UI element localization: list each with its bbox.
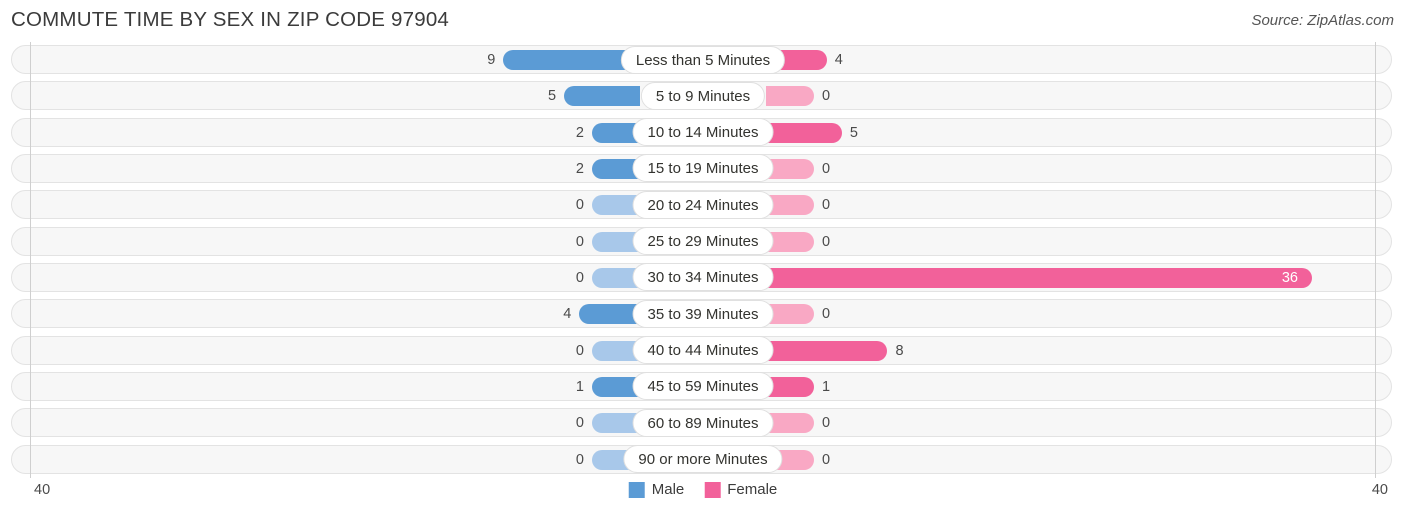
- category-label: 15 to 19 Minutes: [632, 154, 774, 183]
- female-value-label: 36: [1281, 269, 1298, 286]
- bar-row: 0 0 20 to 24 Minutes: [0, 187, 1406, 223]
- bar-row: 0 36 30 to 34 Minutes: [0, 260, 1406, 296]
- legend-swatch-icon: [704, 481, 721, 498]
- male-value-label: 0: [575, 269, 584, 286]
- female-bar[interactable]: [766, 86, 814, 107]
- female-value-label: 0: [822, 306, 831, 323]
- bar-row: 0 0 90 or more Minutes: [0, 442, 1406, 478]
- female-value-label: 0: [822, 160, 831, 177]
- bar-row: 0 0 25 to 29 Minutes: [0, 224, 1406, 260]
- male-value-label: 5: [548, 88, 557, 105]
- female-value-label: 0: [822, 451, 831, 468]
- axis-max-right: 40: [1371, 482, 1388, 498]
- axis-line-right: [1375, 42, 1376, 478]
- female-value-label: 0: [822, 88, 831, 105]
- axis-line-left: [30, 42, 31, 478]
- legend-label: Male: [651, 481, 685, 498]
- male-value-label: 0: [575, 342, 584, 359]
- bar-row: 1 1 45 to 59 Minutes: [0, 369, 1406, 405]
- chart-plot-area: 9 4 Less than 5 Minutes 5 0 5 to 9 Minutes 2 5 1…: [0, 42, 1406, 478]
- category-label: 40 to 44 Minutes: [632, 336, 774, 365]
- bar-row: 2 5 10 to 14 Minutes: [0, 115, 1406, 151]
- bar-row: 0 8 40 to 44 Minutes: [0, 333, 1406, 369]
- male-value-label: 0: [575, 233, 584, 250]
- bar-row: 4 0 35 to 39 Minutes: [0, 296, 1406, 332]
- category-label: 30 to 34 Minutes: [632, 263, 774, 292]
- female-value-label: 1: [822, 378, 831, 395]
- female-value-label: 0: [822, 197, 831, 214]
- male-value-label: 1: [575, 378, 584, 395]
- female-value-label: 8: [895, 342, 904, 359]
- female-bar[interactable]: [766, 122, 842, 143]
- page-title: COMMUTE TIME BY SEX IN ZIP CODE 97904: [11, 8, 450, 31]
- chart-legend: Male Female: [628, 481, 777, 498]
- male-value-label: 0: [575, 451, 584, 468]
- male-bar[interactable]: [503, 50, 640, 70]
- chart-header: COMMUTE TIME BY SEX IN ZIP CODE 97904 So…: [0, 0, 1406, 42]
- bar-rows-container: 9 4 Less than 5 Minutes 5 0 5 to 9 Minutes 2 5 1…: [0, 42, 1406, 478]
- bar-row: 0 0 60 to 89 Minutes: [0, 405, 1406, 441]
- legend-label: Female: [727, 481, 778, 498]
- source-attribution: Source: ZipAtlas.com: [1251, 12, 1394, 29]
- category-label: 90 or more Minutes: [623, 445, 783, 474]
- bar-row: 5 0 5 to 9 Minutes: [0, 78, 1406, 114]
- female-value-label: 0: [822, 233, 831, 250]
- male-bar[interactable]: [579, 304, 640, 325]
- male-value-label: 0: [575, 197, 584, 214]
- male-value-label: 2: [575, 160, 584, 177]
- male-value-label: 0: [575, 415, 584, 432]
- male-value-label: 4: [563, 306, 572, 323]
- category-label: 60 to 89 Minutes: [632, 408, 774, 437]
- female-value-label: 4: [834, 52, 843, 68]
- legend-swatch-icon: [628, 481, 645, 498]
- category-label: 35 to 39 Minutes: [632, 299, 774, 328]
- category-label: Less than 5 Minutes: [620, 45, 786, 74]
- category-label: 5 to 9 Minutes: [640, 81, 766, 110]
- male-value-label: 9: [487, 52, 496, 68]
- male-value-label: 2: [575, 124, 584, 141]
- female-value-label: 0: [822, 415, 831, 432]
- legend-item[interactable]: Male: [628, 481, 685, 498]
- category-label: 25 to 29 Minutes: [632, 227, 774, 256]
- female-bar[interactable]: [766, 340, 888, 361]
- category-label: 20 to 24 Minutes: [632, 190, 774, 219]
- bar-row: 2 0 15 to 19 Minutes: [0, 151, 1406, 187]
- bar-row: 9 4 Less than 5 Minutes: [0, 42, 1406, 78]
- axis-max-left: 40: [34, 482, 51, 498]
- female-value-label: 5: [849, 124, 858, 141]
- legend-item[interactable]: Female: [704, 481, 777, 498]
- chart-footer: 40 40 Male Female: [0, 478, 1406, 518]
- male-bar[interactable]: [564, 86, 640, 107]
- category-label: 45 to 59 Minutes: [632, 372, 774, 401]
- category-label: 10 to 14 Minutes: [632, 118, 774, 147]
